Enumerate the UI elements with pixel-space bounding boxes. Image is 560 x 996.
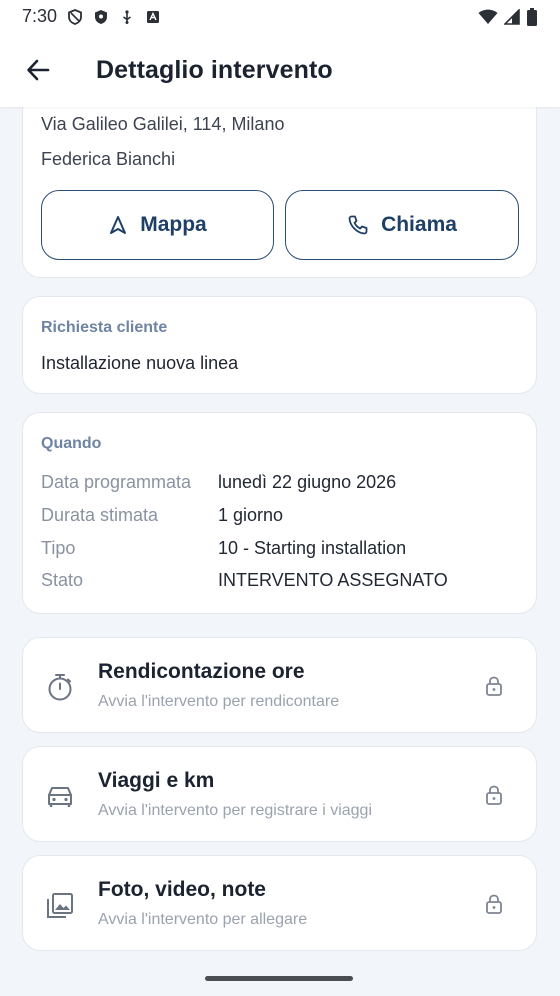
trips-km-subtitle: Avvia l'intervento per registrare i viag… [98, 802, 372, 819]
hours-reporting-subtitle: Avvia l'intervento per rendicontare [98, 693, 340, 710]
request-card: Richiesta cliente Installazione nuova li… [22, 296, 537, 394]
gallery-icon [47, 893, 73, 918]
status-time: 7:30 [22, 6, 58, 26]
status-right [478, 7, 538, 26]
status-bar: 7:30 [0, 0, 560, 33]
location-card: Via Galileo Galilei, 114, Milano Federic… [22, 80, 537, 278]
duration-key: Durata stimata [41, 505, 159, 525]
screen: 7:30 Dettaglio intervento Via Galileo Ga… [0, 0, 560, 996]
scheduled-date-key: Data programmata [41, 472, 192, 492]
media-notes-title: Foto, video, note [98, 878, 266, 901]
back-button[interactable] [18, 50, 58, 90]
usb-debug-icon [119, 9, 135, 25]
when-label: Quando [41, 435, 102, 452]
address-text: Via Galileo Galilei, 114, Milano [41, 114, 285, 134]
contact-name: Federica Bianchi [41, 149, 176, 169]
lock-icon [486, 676, 502, 696]
vpn-shield-icon [67, 8, 83, 25]
call-button-label: Chiama [381, 213, 457, 236]
when-card: Quando Data programmata lunedì 22 giugno… [22, 412, 537, 614]
lock-icon [486, 785, 502, 805]
lock-icon [486, 894, 502, 914]
navigation-arrow-icon [110, 216, 127, 234]
duration-value: 1 giorno [218, 505, 284, 525]
home-gesture-bar[interactable] [205, 976, 353, 981]
map-button[interactable]: Mappa [41, 190, 274, 260]
stopwatch-icon [48, 674, 72, 701]
media-notes-card[interactable]: Foto, video, note Avvia l'intervento per… [22, 855, 537, 951]
map-button-label: Mappa [140, 213, 207, 236]
scheduled-date-value: lunedì 22 giugno 2026 [218, 472, 397, 492]
request-label: Richiesta cliente [41, 319, 168, 336]
security-shield-icon [93, 9, 109, 25]
trips-km-title: Viaggi e km [98, 769, 215, 792]
app-notification-icon [145, 9, 161, 25]
hours-reporting-card[interactable]: Rendicontazione ore Avvia l'intervento p… [22, 637, 537, 733]
cellular-signal-icon [504, 8, 520, 25]
battery-icon [526, 7, 538, 26]
app-bar: Dettaglio intervento [0, 33, 560, 107]
status-left: 7:30 [22, 6, 161, 27]
arrow-back-icon [27, 59, 50, 81]
type-key: Tipo [41, 538, 76, 558]
car-icon [48, 787, 72, 807]
status-value: INTERVENTO ASSEGNATO [218, 570, 448, 590]
status-key: Stato [41, 570, 84, 590]
type-value: 10 - Starting installation [218, 538, 407, 558]
page-title: Dettaglio intervento [96, 55, 333, 84]
wifi-icon [478, 9, 498, 25]
hours-reporting-title: Rendicontazione ore [98, 660, 305, 683]
phone-icon [348, 215, 368, 235]
trips-km-card[interactable]: Viaggi e km Avvia l'intervento per regis… [22, 746, 537, 842]
call-button[interactable]: Chiama [285, 190, 519, 260]
request-text: Installazione nuova linea [41, 353, 239, 373]
media-notes-subtitle: Avvia l'intervento per allegare [98, 911, 308, 928]
